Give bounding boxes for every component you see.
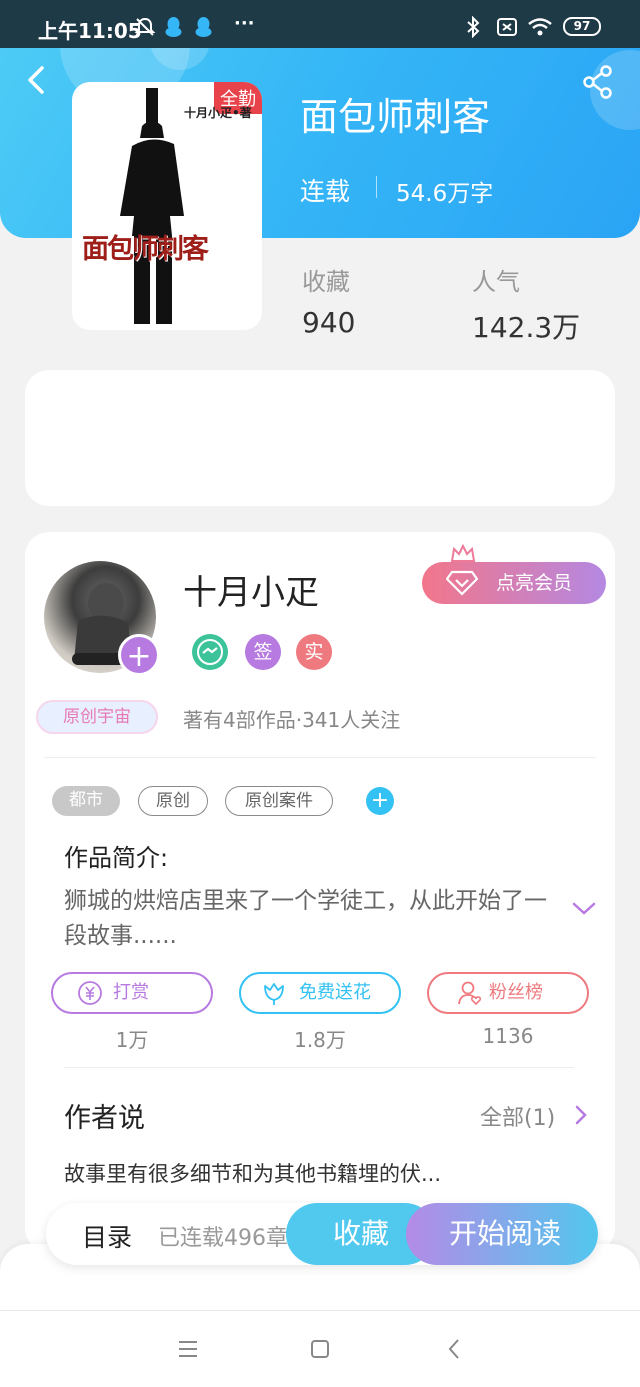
bluetooth-icon bbox=[467, 16, 480, 38]
diamond-icon bbox=[446, 570, 478, 596]
author-name[interactable]: 十月小疋 bbox=[183, 565, 319, 614]
tip-button[interactable]: 打赏 bbox=[51, 972, 213, 1014]
share-icon[interactable] bbox=[580, 64, 616, 100]
user-heart-icon bbox=[458, 981, 482, 1006]
send-flower-button[interactable]: 免费送花 bbox=[239, 972, 401, 1014]
author-says-title: 作者说 bbox=[64, 1103, 145, 1134]
qq-icon bbox=[165, 17, 182, 37]
tag-original-case[interactable]: 原创案件 bbox=[225, 786, 333, 816]
cover-silhouette-image bbox=[120, 88, 184, 324]
system-nav-bar bbox=[0, 1310, 640, 1387]
intro-title: 作品简介: bbox=[64, 844, 169, 872]
crown-icon bbox=[450, 543, 476, 562]
word-count: 54.6万字 bbox=[396, 181, 494, 207]
popularity-label: 人气 bbox=[472, 268, 520, 296]
follow-author-button[interactable]: + bbox=[118, 634, 160, 676]
home-icon[interactable] bbox=[308, 1337, 332, 1361]
status-bar: 上午11:05 ··· 97 bbox=[0, 0, 640, 48]
chevron-down-icon[interactable] bbox=[571, 900, 597, 918]
back-icon[interactable] bbox=[443, 1337, 467, 1361]
chapter-count: 已连载496章 bbox=[158, 1226, 288, 1251]
view-all-link[interactable]: 全部(1) bbox=[480, 1100, 555, 1132]
flower-label: 免费送花 bbox=[299, 982, 371, 1003]
favorites-label: 收藏 bbox=[302, 268, 350, 296]
more-dots-icon: ··· bbox=[234, 13, 255, 34]
yen-icon bbox=[78, 981, 102, 1005]
author-says-text: 故事里有很多细节和为其他书籍埋的伏... bbox=[64, 1162, 442, 1186]
handshake-badge-icon bbox=[192, 634, 228, 670]
add-tag-button[interactable]: + bbox=[366, 787, 394, 815]
fan-count: 1136 bbox=[482, 1024, 534, 1048]
sim-icon bbox=[497, 18, 517, 36]
divider bbox=[376, 176, 377, 198]
tip-label: 打赏 bbox=[113, 982, 149, 1003]
cover-title: 面包师刺客 bbox=[82, 234, 209, 265]
menu-icon[interactable] bbox=[176, 1337, 200, 1361]
table-of-contents-button[interactable]: 目录 bbox=[82, 1218, 132, 1254]
flower-icon bbox=[264, 983, 284, 1005]
battery-indicator: 97 bbox=[563, 17, 601, 36]
favorites-value: 940 bbox=[302, 306, 356, 339]
chevron-right-icon[interactable] bbox=[574, 1104, 588, 1126]
wifi-icon bbox=[528, 18, 552, 36]
author-info: 著有4部作品·341人关注 bbox=[183, 708, 401, 732]
verified-badge-icon: 实 bbox=[296, 634, 332, 670]
book-title: 面包师刺客 bbox=[300, 95, 491, 139]
intro-text: 狮城的烘焙店里来了一个学徒工，从此开始了一段故事...... bbox=[64, 888, 547, 949]
tag-city[interactable]: 都市 bbox=[52, 786, 120, 816]
mute-bell-icon bbox=[134, 17, 156, 36]
fan-ranking-button[interactable]: 粉丝榜 bbox=[427, 972, 589, 1014]
bottom-action-bar: 目录 已连载496章 收藏 开始阅读 bbox=[46, 1203, 598, 1265]
divider bbox=[64, 1067, 574, 1068]
start-reading-button[interactable]: 开始阅读 bbox=[406, 1203, 598, 1265]
book-cover[interactable]: 全勤 十月小疋•著 面包师刺客 bbox=[72, 82, 262, 330]
universe-tag[interactable]: 原创宇宙 bbox=[36, 700, 158, 734]
popularity-value: 142.3万 bbox=[472, 311, 581, 344]
flower-count: 1.8万 bbox=[294, 1028, 346, 1052]
back-arrow-icon[interactable] bbox=[20, 60, 56, 100]
placeholder-card bbox=[25, 370, 615, 506]
book-status: 连载 bbox=[300, 177, 351, 206]
fan-ranking-label: 粉丝榜 bbox=[489, 982, 543, 1003]
cover-author: 十月小疋•著 bbox=[184, 106, 252, 120]
tip-count: 1万 bbox=[115, 1028, 149, 1052]
status-time: 上午11:05 bbox=[38, 19, 142, 43]
tag-original[interactable]: 原创 bbox=[138, 786, 208, 816]
qq-icon bbox=[195, 17, 212, 37]
signed-badge-icon: 签 bbox=[245, 634, 281, 670]
divider bbox=[44, 757, 596, 758]
